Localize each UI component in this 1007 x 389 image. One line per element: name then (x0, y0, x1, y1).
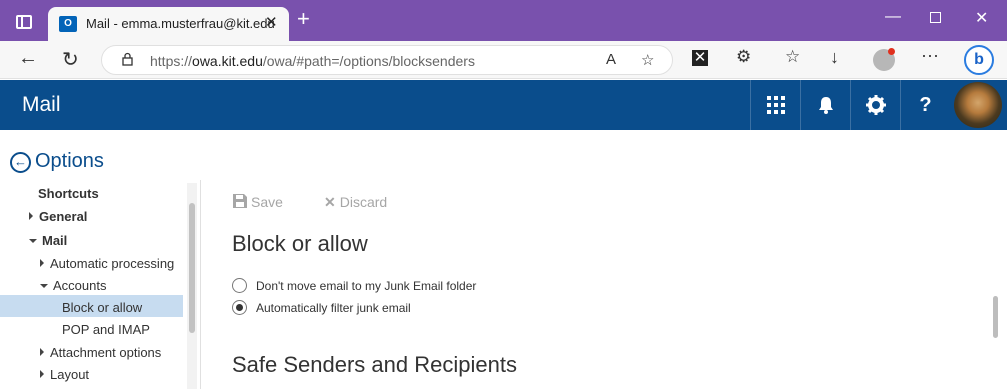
back-arrow-icon[interactable]: ← (18, 47, 38, 70)
settings-gear-icon[interactable] (850, 80, 900, 130)
browser-tab[interactable]: O Mail - emma.musterfrau@kit.edu ✕ (48, 7, 289, 41)
collapse-arrow-icon (40, 284, 48, 288)
refresh-icon[interactable]: ↻ (62, 47, 79, 72)
main-scrollbar-thumb[interactable] (993, 296, 998, 338)
expand-arrow-icon (40, 348, 44, 356)
nav-item-attachment-options[interactable]: Attachment options (40, 345, 161, 360)
lock-icon (122, 52, 133, 66)
more-icon[interactable]: ··· (921, 45, 939, 66)
discard-button[interactable]: ✕ Discard (324, 194, 387, 211)
app-launcher-icon[interactable] (750, 80, 800, 130)
favorite-add-icon[interactable]: ☆ (641, 51, 654, 69)
nav-item-layout[interactable]: Layout (40, 367, 89, 382)
discard-x-icon: ✕ (324, 194, 336, 210)
nav-item-mail[interactable]: Mail (29, 233, 67, 248)
page-title: Options (35, 150, 104, 172)
nav-item-automatic-processing[interactable]: Automatic processing (40, 256, 174, 271)
extensions-puzzle-icon[interactable]: ⚙ (736, 47, 751, 67)
new-tab-icon[interactable]: + (297, 8, 310, 30)
bing-icon[interactable]: b (964, 45, 994, 75)
nav-item-block-or-allow[interactable]: Block or allow (62, 300, 142, 315)
app-title: Mail (22, 93, 61, 116)
avatar[interactable] (954, 82, 1002, 128)
nav-scrollbar-thumb[interactable] (189, 203, 195, 333)
url-text: https://owa.kit.edu/owa/#path=/options/b… (150, 53, 475, 69)
extension-x-icon[interactable]: ✕ (692, 50, 708, 66)
save-disk-icon (233, 194, 247, 208)
tab-close-icon[interactable]: ✕ (265, 13, 278, 31)
radio-dont-move[interactable] (232, 278, 247, 293)
tab-title: Mail - emma.musterfrau@kit.edu (86, 16, 275, 31)
section-title: Block or allow (232, 231, 368, 256)
radio-label: Automatically filter junk email (256, 301, 411, 315)
profile-icon[interactable] (873, 48, 895, 71)
back-arrow-icon: ← (10, 152, 31, 173)
address-bar[interactable]: https://owa.kit.edu/owa/#path=/options/b… (101, 45, 673, 75)
maximize-icon[interactable] (930, 12, 941, 23)
nav-item-pop-and-imap[interactable]: POP and IMAP (62, 322, 150, 337)
nav-item-shortcuts[interactable]: Shortcuts (38, 186, 99, 201)
close-window-icon[interactable]: ✕ (975, 8, 988, 28)
browser-tabbar: O Mail - emma.musterfrau@kit.edu ✕ + — ✕ (0, 0, 1007, 41)
read-aloud-icon[interactable]: A (606, 51, 616, 68)
divider (200, 180, 201, 389)
section-title: Safe Senders and Recipients (232, 352, 517, 377)
outlook-favicon-icon: O (59, 16, 77, 32)
browser-toolbar: ← ↻ https://owa.kit.edu/owa/#path=/optio… (0, 41, 1007, 79)
downloads-icon[interactable]: ↓ (830, 47, 839, 68)
expand-arrow-icon (40, 259, 44, 267)
expand-arrow-icon (29, 212, 33, 220)
help-icon[interactable]: ? (900, 80, 950, 130)
nav-item-accounts[interactable]: Accounts (40, 278, 106, 293)
notifications-bell-icon[interactable] (800, 80, 850, 130)
save-button[interactable]: Save (233, 194, 283, 210)
favorites-icon[interactable]: ☆ (785, 47, 800, 67)
collapse-arrow-icon (29, 239, 37, 243)
nav-scrollbar[interactable] (187, 183, 197, 389)
radio-auto-filter[interactable] (232, 300, 247, 315)
nav-item-general[interactable]: General (29, 209, 87, 224)
sidebar-toggle-icon[interactable] (16, 15, 32, 29)
minimize-icon[interactable]: — (885, 8, 901, 26)
expand-arrow-icon (40, 370, 44, 378)
radio-label: Don't move email to my Junk Email folder (256, 279, 477, 293)
owa-header: Mail ? (0, 80, 1007, 130)
